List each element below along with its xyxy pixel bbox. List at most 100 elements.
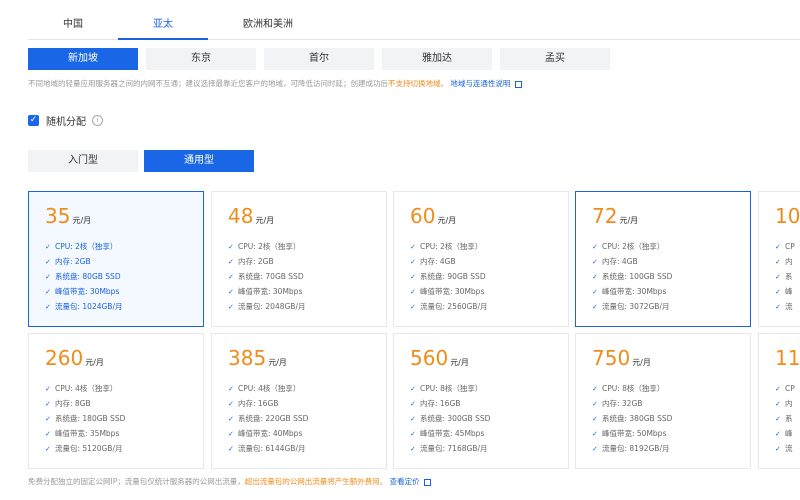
spec-memory: ✓ 内存: 16GB [410,396,490,411]
plan-card[interactable]: 48 元/月 ✓ CPU: 2核（独享） ✓ 内存: 2GB ✓ 系统盘: 70GB S… [211,191,387,327]
plan-price: 750 元/月 [592,346,651,370]
check-icon: ✓ [592,400,598,408]
check-icon: ✓ [410,258,416,266]
plan-price: 560 元/月 [410,346,469,370]
random-assign-row: ✓ 随机分配 i [28,113,103,128]
check-icon: ✓ [410,385,416,393]
check-icon: ✓ [228,415,234,423]
check-icon: ✓ [410,243,416,251]
plan-price: 260 元/月 [45,346,104,370]
plan-specs: ✓ CPU: 4核（独享） ✓ 内存: 8GB ✓ 系统盘: 180GB SSD ✓ 峰… [45,381,125,456]
random-assign-checkbox[interactable]: ✓ [28,115,39,126]
pricing-note-text: 免费分配独立的固定公网IP；流量包仅统计服务器的公网出流量， [28,477,245,486]
check-icon: ✓ [45,258,51,266]
view-pricing-link[interactable]: 查看定价 [390,477,420,486]
plan-price: 10 [775,204,800,228]
city-singapore-button[interactable]: 新加坡 [28,48,138,70]
spec-bandwidth: ✓ 峰 [775,426,795,441]
check-icon: ✓ [45,415,51,423]
region-tabs: 中国 亚太 欧洲和美洲 [28,12,800,40]
check-icon: ✓ [592,445,598,453]
check-icon: ✓ [592,430,598,438]
plan-price: 11 [775,346,800,370]
spec-traffic: ✓ 流 [775,441,795,456]
spec-cpu: ✓ CPU: 2核（独享） [228,239,305,254]
plan-specs: ✓ CPU: 2核（独享） ✓ 内存: 4GB ✓ 系统盘: 90GB SSD ✓ 峰值… [410,239,487,314]
check-icon: ✓ [775,400,781,408]
pricing-note-sep: 。 [379,477,388,486]
plan-specs: ✓ CPU: 8核（独享） ✓ 内存: 32GB ✓ 系统盘: 380GB SSD ✓… [592,381,672,456]
plan-type-general-button[interactable]: 通用型 [144,150,254,172]
city-mumbai-button[interactable]: 孟买 [500,48,610,70]
pricing-note: 免费分配独立的固定公网IP；流量包仅统计服务器的公网出流量，超出流量包的公网出流… [28,476,432,487]
spec-traffic: ✓ 流量包: 1024GB/月 [45,299,122,314]
region-note-sep: 。 [440,79,449,88]
spec-disk: ✓ 系 [775,411,795,426]
spec-memory: ✓ 内存: 2GB [228,254,305,269]
spec-traffic: ✓ 流量包: 2560GB/月 [410,299,487,314]
spec-traffic: ✓ 流量包: 2048GB/月 [228,299,305,314]
check-icon: ✓ [592,288,598,296]
plan-specs: ✓ CPU: 2核（独享） ✓ 内存: 2GB ✓ 系统盘: 70GB SSD ✓ 峰值… [228,239,305,314]
plan-card[interactable]: 560 元/月 ✓ CPU: 8核（独享） ✓ 内存: 16GB ✓ 系统盘: 300G… [393,333,569,469]
check-icon: ✓ [410,288,416,296]
plan-price: 72 元/月 [592,204,639,228]
pricing-note-warning: 超出流量包的公网出流量将产生额外费用 [244,477,380,486]
random-assign-label: 随机分配 [46,117,86,128]
city-tokyo-button[interactable]: 东京 [146,48,256,70]
plan-card[interactable]: 260 元/月 ✓ CPU: 4核（独享） ✓ 内存: 8GB ✓ 系统盘: 180GB… [28,333,204,469]
spec-bandwidth: ✓ 峰值带宽: 35Mbps [45,426,125,441]
plan-card[interactable]: 35 元/月 ✓ CPU: 2核（独享） ✓ 内存: 2GB ✓ 系统盘: 80GB S… [28,191,204,327]
spec-cpu: ✓ CPU: 2核（独享） [592,239,672,254]
plan-card-partial[interactable]: 10 ✓ CP ✓ 内 ✓ 系 ✓ 峰 ✓ 流 [758,191,800,327]
check-icon: ✓ [775,273,781,281]
spec-disk: ✓ 系统盘: 380GB SSD [592,411,672,426]
external-link-icon[interactable] [514,80,522,88]
plan-card[interactable]: 60 元/月 ✓ CPU: 2核（独享） ✓ 内存: 4GB ✓ 系统盘: 90GB S… [393,191,569,327]
check-icon: ✓ [410,445,416,453]
region-connectivity-link[interactable]: 地域与连通性说明 [450,79,510,88]
spec-memory: ✓ 内存: 4GB [592,254,672,269]
spec-traffic: ✓ 流量包: 5120GB/月 [45,441,125,456]
spec-memory: ✓ 内 [775,254,795,269]
plan-card[interactable]: 750 元/月 ✓ CPU: 8核（独享） ✓ 内存: 32GB ✓ 系统盘: 380G… [575,333,751,469]
spec-bandwidth: ✓ 峰值带宽: 40Mbps [228,426,308,441]
external-link-icon[interactable] [424,478,432,486]
check-icon: ✓ [592,243,598,251]
info-icon[interactable]: i [92,115,103,126]
check-icon: ✓ [45,430,51,438]
spec-memory: ✓ 内 [775,396,795,411]
check-icon: ✓ [228,385,234,393]
plan-card[interactable]: 72 元/月 ✓ CPU: 2核（独享） ✓ 内存: 4GB ✓ 系统盘: 100GB … [575,191,751,327]
check-icon: ✓ [592,303,598,311]
check-icon: ✓ [775,303,781,311]
check-icon: ✓ [410,273,416,281]
city-jakarta-button[interactable]: 雅加达 [382,48,492,70]
spec-traffic: ✓ 流量包: 6144GB/月 [228,441,308,456]
spec-traffic: ✓ 流量包: 8192GB/月 [592,441,672,456]
plan-price: 35 元/月 [45,204,92,228]
spec-disk: ✓ 系统盘: 180GB SSD [45,411,125,426]
check-icon: ✓ [592,258,598,266]
tab-china[interactable]: 中国 [28,12,118,40]
plan-card-partial[interactable]: 11 ✓ CP ✓ 内 ✓ 系 ✓ 峰 ✓ 流 [758,333,800,469]
tab-europe-americas[interactable]: 欧洲和美洲 [208,12,328,40]
spec-cpu: ✓ CPU: 4核（独享） [45,381,125,396]
tab-asia-pacific[interactable]: 亚太 [118,12,208,40]
spec-bandwidth: ✓ 峰值带宽: 30Mbps [228,284,305,299]
check-icon: ✓ [45,273,51,281]
city-seoul-button[interactable]: 首尔 [264,48,374,70]
check-icon: ✓ [228,273,234,281]
check-icon: ✓ [45,445,51,453]
spec-disk: ✓ 系统盘: 220GB SSD [228,411,308,426]
plan-type-entry-button[interactable]: 入门型 [28,150,138,172]
spec-traffic: ✓ 流量包: 7168GB/月 [410,441,490,456]
check-icon: ✓ [592,273,598,281]
spec-cpu: ✓ CPU: 4核（独享） [228,381,308,396]
check-icon: ✓ [592,385,598,393]
check-icon: ✓ [45,288,51,296]
check-icon: ✓ [228,430,234,438]
plan-card[interactable]: 385 元/月 ✓ CPU: 4核（独享） ✓ 内存: 16GB ✓ 系统盘: 220G… [211,333,387,469]
spec-bandwidth: ✓ 峰值带宽: 30Mbps [410,284,487,299]
region-note-warning: 不支持切换地域 [388,79,441,88]
